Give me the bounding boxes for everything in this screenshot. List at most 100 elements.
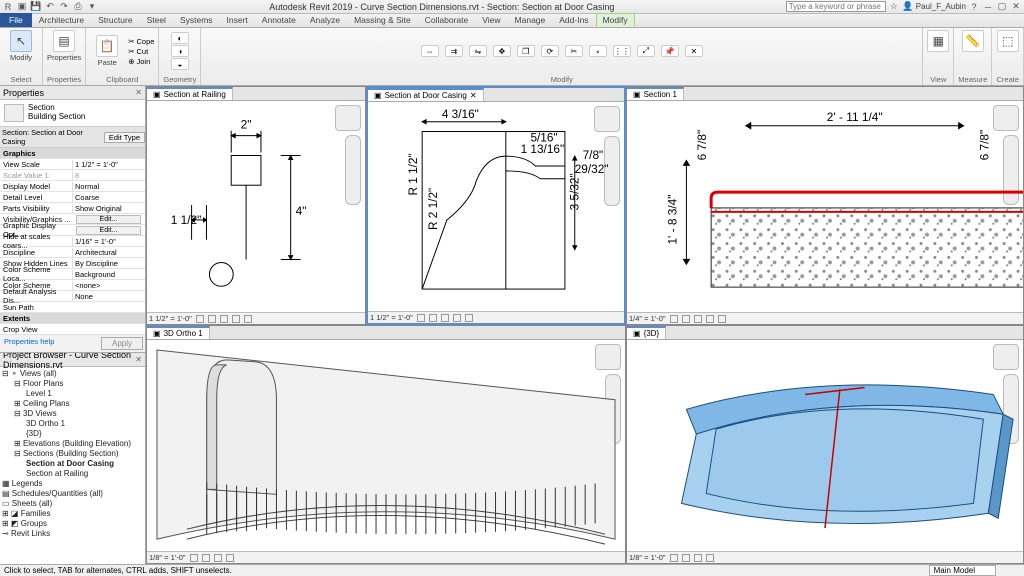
vp2-scale[interactable]: 1 1/2" = 1'-0" [370,313,413,322]
tab-addins[interactable]: Add-Ins [552,13,595,27]
visibility-edit-button[interactable]: Edit... [76,215,141,224]
title-bar: R ▣ 💾 ↶ ↷ ⎙ ▾ Autodesk Revit 2019 - Curv… [0,0,1024,14]
pin-button[interactable]: 📌 [661,45,679,57]
tree-section-door[interactable]: Section at Door Casing [2,459,143,469]
array-button[interactable]: ⋮⋮ [613,45,631,57]
offset-button[interactable]: ⇉ [445,45,463,57]
viewport-section-1[interactable]: ▣ Section 1 6 7/8" 2' - 11 1/4" 6 7/8" 1… [626,86,1024,325]
tab-annotate[interactable]: Annotate [255,13,303,27]
copy-button[interactable]: ❐ [517,45,535,57]
tab-analyze[interactable]: Analyze [303,13,347,27]
panel-modify: ⇔ ⇉ ⇋ ✥ ❐ ⟳ ✂ ⸗ ⋮⋮ ⤢ 📌 ✕ Modify [201,28,923,85]
tab-massing[interactable]: Massing & Site [347,13,418,27]
vp2-close-icon[interactable]: ✕ [470,91,477,100]
user-icon[interactable]: 👤 [902,1,914,13]
tree-level1[interactable]: Level 1 [2,389,143,399]
qat-more-icon[interactable]: ▾ [86,1,98,13]
app-icon[interactable]: R [2,1,14,13]
cope-button[interactable]: ✂ Cope [128,37,154,46]
align-button[interactable]: ⇔ [421,45,439,57]
type-selector[interactable]: SectionBuilding Section [0,100,145,127]
delete-button[interactable]: ✕ [685,45,703,57]
vp4-scale[interactable]: 1/8" = 1'-0" [149,553,186,562]
tree-elevations[interactable]: ⊞ Elevations (Building Elevation) [2,439,143,449]
vp2-tab[interactable]: ▣ Section at Door Casing ✕ [368,88,484,101]
vp5-tab[interactable]: ▣ {3D} [627,326,666,339]
vp5-scale[interactable]: 1/8" = 1'-0" [629,553,666,562]
move-button[interactable]: ✥ [493,45,511,57]
redo-icon[interactable]: ↷ [58,1,70,13]
properties-button[interactable]: ▤Properties [47,30,81,62]
tab-modify[interactable]: Modify [596,13,635,27]
tree-groups[interactable]: ⊞ ◩ Groups [2,519,143,529]
viewport-3d[interactable]: ▣ {3D} 1/8" = 1'-0" [626,325,1024,564]
view-button[interactable]: ▦ [927,30,949,52]
tab-insert[interactable]: Insert [220,13,255,27]
tab-file[interactable]: File [0,13,32,27]
tab-view[interactable]: View [475,13,507,27]
view-scale-value[interactable]: 1 1/2" = 1'-0" [72,160,145,169]
browser-close-icon[interactable]: ✕ [135,355,142,364]
rotate-button[interactable]: ⟳ [541,45,559,57]
properties-close-icon[interactable]: ✕ [135,88,142,97]
join-button[interactable]: ⊕ Join [128,57,154,66]
modify-button[interactable]: ↖Modify [4,30,38,62]
graphic-display-edit-button[interactable]: Edit... [76,226,141,235]
maximize-icon[interactable]: ▢ [996,1,1008,13]
vp4-tab[interactable]: ▣ 3D Ortho 1 [147,326,210,339]
mirror-button[interactable]: ⇋ [469,45,487,57]
trim-button[interactable]: ✂ [565,45,583,57]
vp1-scale[interactable]: 1 1/2" = 1'-0" [149,314,192,323]
vp3-scale[interactable]: 1/4" = 1'-0" [629,314,666,323]
tree-sheets[interactable]: ▭ Sheets (all) [2,499,143,509]
minimize-icon[interactable]: ─ [982,1,994,13]
save-icon[interactable]: 💾 [30,1,42,13]
tab-architecture[interactable]: Architecture [32,13,91,27]
create-button[interactable]: ⬚ [997,30,1019,52]
viewport-section-door-casing[interactable]: ▣ Section at Door Casing ✕ 4 3/16" 5/16"… [366,86,626,325]
tree-sections[interactable]: ⊟ Sections (Building Section) [2,449,143,459]
edit-type-button[interactable]: Edit Type [104,132,145,143]
tab-steel[interactable]: Steel [140,13,173,27]
tab-systems[interactable]: Systems [173,13,220,27]
panel-geometry: ◐◑◒ Geometry [159,28,201,85]
tree-ceiling[interactable]: ⊞ Ceiling Plans [2,399,143,409]
svg-text:6 7/8": 6 7/8" [695,130,709,161]
panel-properties: ▤Properties Properties [43,28,86,85]
tree-3dortho[interactable]: 3D Ortho 1 [2,419,143,429]
geom-btn[interactable]: ◐ [171,32,189,44]
tab-collaborate[interactable]: Collaborate [418,13,475,27]
split-button[interactable]: ⸗ [589,45,607,57]
tree-section-rail[interactable]: Section at Railing [2,469,143,479]
tree-floorplans[interactable]: ⊟ Floor Plans [2,379,143,389]
tab-manage[interactable]: Manage [508,13,553,27]
undo-icon[interactable]: ↶ [44,1,56,13]
help-icon[interactable]: ? [968,1,980,13]
vp1-tab[interactable]: ▣ Section at Railing [147,87,233,100]
viewport-section-railing[interactable]: ▣ Section at Railing 2" 1 1/2" 4" [146,86,366,325]
star-icon[interactable]: ☆ [888,1,900,13]
apply-button[interactable]: Apply [101,337,143,350]
paste-button[interactable]: 📋Paste [90,35,124,67]
scale-button[interactable]: ⤢ [637,45,655,57]
panel-select: ↖Modify Select [0,28,43,85]
tree-3d[interactable]: {3D} [2,429,143,439]
tree-legends[interactable]: ▦ Legends [2,479,143,489]
close-icon[interactable]: ✕ [1010,1,1022,13]
properties-help-link[interactable]: Properties help [2,337,54,350]
tab-structure[interactable]: Structure [91,13,140,27]
viewport-3d-ortho[interactable]: ▣ 3D Ortho 1 1/8" = 1'-0" [146,325,626,564]
measure-button[interactable]: 📏 [962,30,984,52]
tree-3dviews[interactable]: ⊟ 3D Views [2,409,143,419]
cut-button[interactable]: ✂ Cut [128,47,154,56]
search-input[interactable] [786,1,886,12]
open-icon[interactable]: ▣ [16,1,28,13]
print-icon[interactable]: ⎙ [72,1,84,13]
ribbon: ↖Modify Select ▤Properties Properties 📋P… [0,28,1024,86]
tree-families[interactable]: ⊞ ◪ Families [2,509,143,519]
vp3-tab[interactable]: ▣ Section 1 [627,87,684,100]
tree-views[interactable]: ⊟ ⚬ Views (all) [2,369,143,379]
workset-selector[interactable]: Main Model [929,565,996,576]
tree-links[interactable]: ⊸ Revit Links [2,529,143,539]
tree-schedules[interactable]: ▤ Schedules/Quantities (all) [2,489,143,499]
